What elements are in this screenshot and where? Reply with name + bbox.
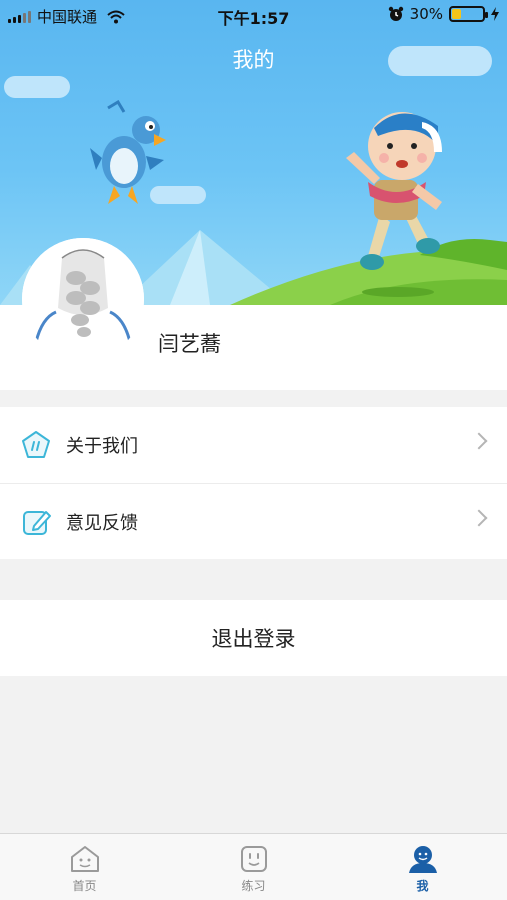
chevron-right-icon: [470, 509, 488, 527]
battery-level: [452, 9, 461, 19]
tab-label: 练习: [241, 879, 266, 893]
profile-icon: [408, 846, 437, 873]
charging-bolt-icon: [491, 7, 499, 21]
pentagon-info-icon: [22, 431, 50, 458]
home-icon: [70, 846, 99, 872]
menu-item-feedback[interactable]: 意见反馈: [0, 483, 507, 559]
tab-home[interactable]: 首页: [0, 834, 169, 900]
tab-label: 首页: [72, 879, 97, 893]
tab-practice[interactable]: 练习: [169, 834, 338, 900]
menu-item-label: 关于我们: [66, 436, 138, 457]
alarm-clock-icon: [388, 6, 403, 21]
status-bar: 中国联通 下午1:57 30%: [0, 0, 507, 30]
practice-icon: [240, 846, 267, 872]
cloud: [4, 76, 70, 98]
braid-sketch-avatar-image: [22, 238, 144, 360]
tab-label: 我: [416, 879, 429, 893]
user-name: 闫艺蕎: [158, 332, 221, 356]
chevron-right-icon: [470, 432, 488, 450]
settings-menu: 关于我们 意见反馈: [0, 407, 507, 559]
menu-item-label: 意见反馈: [66, 512, 138, 534]
avatar[interactable]: [22, 238, 144, 360]
edit-feedback-icon: [23, 510, 51, 535]
bird-cartoon-illustration: [90, 100, 166, 204]
boy-cartoon-illustration: [346, 112, 442, 297]
logout-button[interactable]: 退出登录: [0, 600, 507, 676]
bottom-tab-bar: 首页 练习 我: [0, 833, 507, 900]
menu-item-about-us[interactable]: 关于我们: [0, 407, 507, 483]
tab-me[interactable]: 我: [338, 834, 507, 900]
battery-icon: [449, 6, 488, 22]
battery-percent: 30%: [409, 5, 443, 23]
page-title: 我的: [232, 48, 275, 72]
